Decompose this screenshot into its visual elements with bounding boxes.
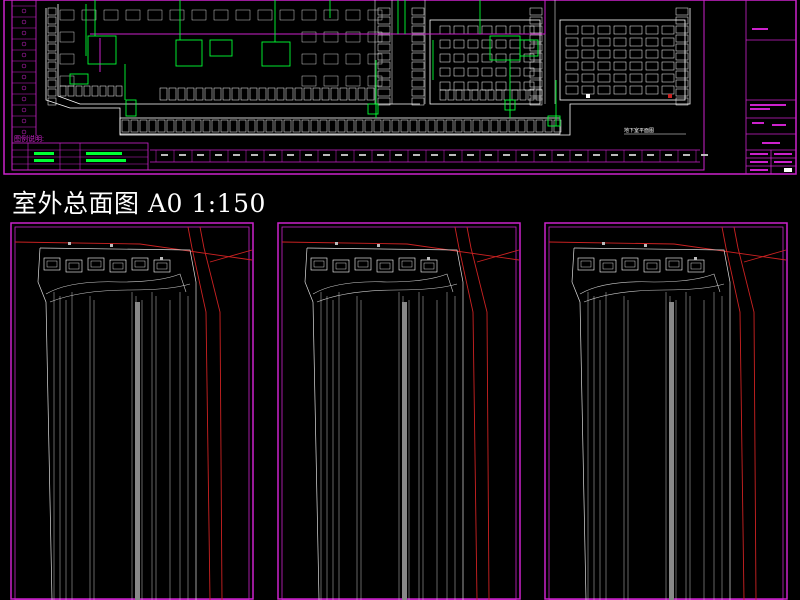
site-plan-drawing <box>277 222 521 600</box>
plan-caption-text: 地下室平面图 <box>624 127 654 134</box>
site-plan-drawing <box>544 222 788 600</box>
site-plan-sheet-1 <box>10 222 254 600</box>
site-plan-drawing <box>10 222 254 600</box>
site-plan-sheet-2 <box>277 222 521 600</box>
drawing-title: 室外总面图 A0 1:150 <box>12 189 266 218</box>
legend-heading: 图例说明: <box>14 134 44 143</box>
site-plan-sheet-3 <box>544 222 788 600</box>
floor-plan-sheet: 图例说明: 地下室平面图 <box>0 0 800 176</box>
